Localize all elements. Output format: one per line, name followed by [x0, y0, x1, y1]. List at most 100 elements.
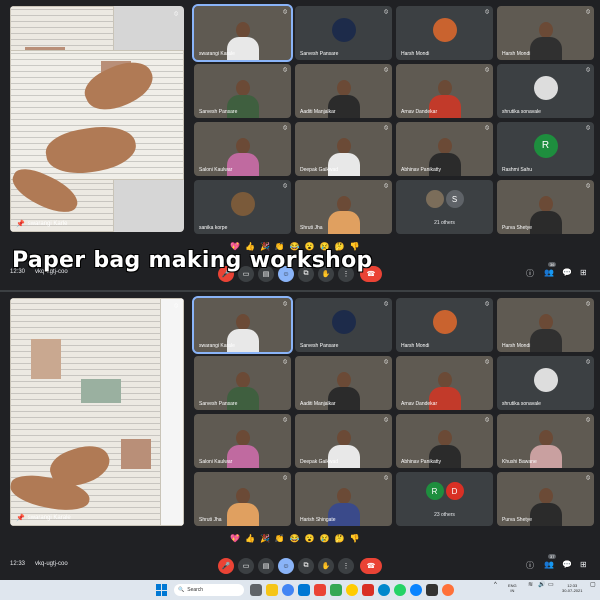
tray-chevron-icon[interactable]: ^: [494, 582, 497, 588]
participant-tile[interactable]: Arnav Dandekar ⦸: [396, 356, 493, 410]
whatsapp-icon[interactable]: [394, 584, 406, 596]
participant-name: Rashmi Sahu: [502, 167, 533, 173]
participant-tile[interactable]: Harsh Mondi ⦸: [497, 298, 594, 352]
pinned-participant-name: swarangi Karle: [27, 221, 68, 227]
pinned-video[interactable]: ⦸ 📌 swarangi Karale: [10, 298, 184, 526]
battery-icon[interactable]: ▭: [548, 582, 554, 588]
participant-tile[interactable]: Shruti Jha ⦸: [295, 180, 392, 234]
participant-tile[interactable]: Aaditi Manjalkar ⦸: [295, 64, 392, 118]
mcafee-icon[interactable]: [314, 584, 326, 596]
leave-call-button[interactable]: ☎: [360, 558, 382, 574]
telegram-icon[interactable]: [378, 584, 390, 596]
taskbar-search[interactable]: 🔍 Search: [174, 584, 244, 596]
mic-off-icon: ⦸: [283, 417, 287, 423]
participant-tile[interactable]: Saloni Kaulwar ⦸: [194, 122, 291, 176]
emoji-icon: ☺: [282, 562, 290, 570]
chrome-icon[interactable]: [282, 584, 294, 596]
participant-video: [529, 329, 562, 352]
participant-name: Sarvesh Pansare: [199, 401, 238, 407]
participant-tile[interactable]: R D 23 others: [396, 472, 493, 526]
mic-toggle-button[interactable]: 🎤: [218, 558, 234, 574]
volume-icon[interactable]: 🔊: [538, 582, 545, 588]
reaction-emoji[interactable]: 👏: [275, 534, 285, 543]
participant-name: Abhinav Panikatty: [401, 167, 442, 173]
participant-tile[interactable]: Abhinav Panikatty ⦸: [396, 122, 493, 176]
zoom-icon[interactable]: [362, 584, 374, 596]
chrome-canary-icon[interactable]: [346, 584, 358, 596]
wifi-icon[interactable]: ≋: [528, 582, 533, 588]
present-button[interactable]: ⧉: [298, 558, 314, 574]
participant-tile[interactable]: Harsh Mondi ⦸: [396, 6, 493, 60]
participant-video: [226, 503, 259, 526]
participant-tile[interactable]: Saloni Kaulwar ⦸: [194, 414, 291, 468]
reaction-emoji[interactable]: 👍: [245, 534, 255, 543]
participant-tile[interactable]: Arnav Dandekar ⦸: [396, 64, 493, 118]
reaction-emoji[interactable]: 🤔: [335, 534, 345, 543]
participant-tile[interactable]: Harish Shingate ⦸: [295, 472, 392, 526]
participant-tile[interactable]: Sarvesh Pansare ⦸: [295, 298, 392, 352]
chat-icon[interactable]: 💬: [562, 560, 572, 569]
participant-video: [538, 196, 553, 213]
participant-tile[interactable]: Purva Shetye ⦸: [497, 472, 594, 526]
pinned-video[interactable]: ⦸ 📌 swarangi Karle: [10, 6, 184, 232]
participant-tile[interactable]: sanika korpe ⦸: [194, 180, 291, 234]
file-explorer-icon[interactable]: [266, 584, 278, 596]
taskbar-clock[interactable]: 12:33 30-07-2021: [562, 583, 582, 593]
reaction-bar: 💖 👍 🎉 👏 😂 😮 😢 🤔 👎: [230, 534, 360, 543]
edge-icon[interactable]: [410, 584, 422, 596]
reaction-emoji[interactable]: 😂: [290, 534, 300, 543]
participant-tile[interactable]: Harsh Mondi ⦸: [497, 6, 594, 60]
reaction-emoji[interactable]: 😮: [305, 534, 315, 543]
task-view-icon[interactable]: [250, 584, 262, 596]
participant-tile[interactable]: Khushi Bawane ⦸: [497, 414, 594, 468]
reaction-emoji[interactable]: 😢: [320, 534, 330, 543]
participant-grid: swarangi Karale ⦸ Sarvesh Pansare ⦸ Harsh Mo…: [192, 4, 594, 236]
participant-tile[interactable]: Abhinav Panikatty ⦸: [396, 414, 493, 468]
firefox-icon[interactable]: [442, 584, 454, 596]
info-icon[interactable]: ⓘ: [526, 268, 534, 279]
store-icon[interactable]: [298, 584, 310, 596]
participant-tile[interactable]: swarangi Karale ⦸: [192, 4, 293, 62]
participant-tile[interactable]: shrutika sonavale ⦸: [497, 356, 594, 410]
app-icon[interactable]: [426, 584, 438, 596]
mic-off-icon: ⦸: [485, 67, 489, 73]
participant-tile[interactable]: Sarvesh Pansare ⦸: [295, 6, 392, 60]
captions-button[interactable]: ▤: [258, 558, 274, 574]
participant-tile[interactable]: Purva Shetye ⦸: [497, 180, 594, 234]
participant-tile[interactable]: Deepak Gaikwad ⦸: [295, 414, 392, 468]
pinned-participant-name: swarangi Karale: [27, 515, 71, 521]
language-indicator[interactable]: ENG IN: [508, 583, 517, 593]
participant-tile[interactable]: Shruti Jha ⦸: [194, 472, 291, 526]
avatar: R: [425, 482, 444, 501]
participant-tile[interactable]: Sarvesh Pansare ⦸: [194, 64, 291, 118]
reaction-emoji[interactable]: 👎: [350, 534, 360, 543]
control-bar: 12:33 vkq-ugtj-coo 🎤 ▭ ▤ ☺ ⧉ ✋ ⋮ ☎ ⓘ 👥 3…: [0, 554, 600, 574]
activities-icon[interactable]: ⊞: [580, 268, 587, 277]
participant-tile[interactable]: Deepak Gaikwad ⦸: [295, 122, 392, 176]
pin-icon[interactable]: 📌: [16, 220, 25, 228]
raise-hand-button[interactable]: ✋: [318, 558, 334, 574]
reaction-emoji[interactable]: 🎉: [260, 534, 270, 543]
participant-tile[interactable]: S 21 others: [396, 180, 493, 234]
camera-toggle-button[interactable]: ▭: [238, 558, 254, 574]
participant-tile[interactable]: swarangi Karale ⦸: [192, 296, 293, 354]
people-button[interactable]: 👥 36: [544, 262, 557, 277]
avatar: [432, 17, 457, 42]
chat-icon[interactable]: 💬: [562, 268, 572, 277]
participant-tile[interactable]: R Rashmi Sahu ⦸: [497, 122, 594, 176]
meet-icon[interactable]: [330, 584, 342, 596]
people-button[interactable]: 👥 37: [544, 554, 557, 569]
activities-icon[interactable]: ⊞: [580, 560, 587, 569]
reaction-emoji[interactable]: 💖: [230, 534, 240, 543]
notification-icon[interactable]: ▢: [590, 582, 596, 588]
more-options-button[interactable]: ⋮: [338, 558, 354, 574]
participant-tile[interactable]: shrutika sonavale ⦸: [497, 64, 594, 118]
pin-icon[interactable]: 📌: [16, 514, 25, 522]
participant-tile[interactable]: Aaditi Manjalkar ⦸: [295, 356, 392, 410]
participant-tile[interactable]: Harsh Mondi ⦸: [396, 298, 493, 352]
reactions-button[interactable]: ☺: [278, 558, 294, 574]
windows-start-icon[interactable]: [156, 584, 168, 596]
participant-tile[interactable]: Sarvesh Pansare ⦸: [194, 356, 291, 410]
mic-off-icon: ⦸: [485, 125, 489, 131]
info-icon[interactable]: ⓘ: [526, 560, 534, 571]
